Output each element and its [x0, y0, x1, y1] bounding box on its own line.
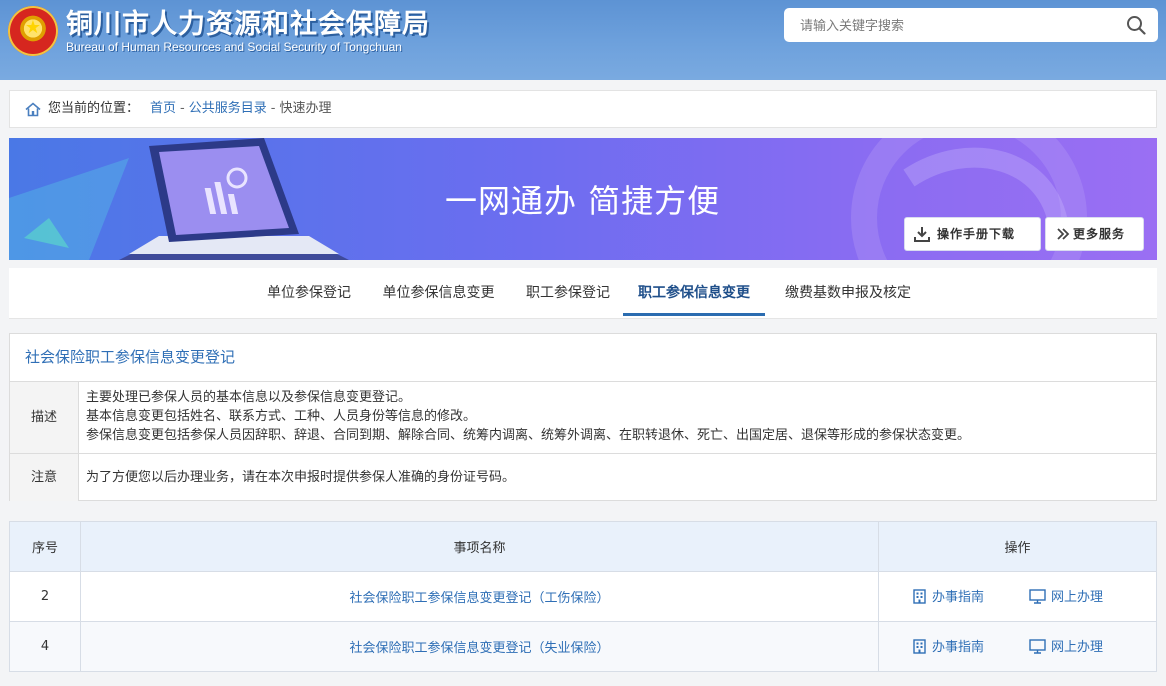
- more-services-label: 更多服务: [1073, 227, 1126, 241]
- row-actions: 办事指南 网上办理: [878, 571, 1157, 622]
- search-box: [784, 8, 1158, 44]
- notice-text: 为了方便您以后办理业务，请在本次申报时提供参保人准确的身份证号码。: [86, 470, 516, 485]
- service-title: 社会保险职工参保信息变更登记: [25, 348, 236, 366]
- breadcrumb-separator: -: [180, 101, 185, 116]
- building-icon: [913, 639, 926, 654]
- breadcrumb-label: 您当前的位置：: [48, 101, 140, 116]
- column-header-name: 事项名称: [80, 521, 879, 572]
- row-number: 4: [9, 621, 81, 672]
- search-icon[interactable]: [1126, 15, 1146, 35]
- tab-unit-registration[interactable]: 单位参保登记: [254, 268, 364, 316]
- online-service-link[interactable]: 网上办理: [1029, 636, 1103, 655]
- site-subtitle: Bureau of Human Resources and Social Sec…: [66, 40, 402, 54]
- description-line: 基本信息变更包括姓名、联系方式、工种、人员身份等信息的修改。: [86, 409, 477, 424]
- description-text: 主要处理已参保人员的基本信息以及参保信息变更登记。 基本信息变更包括姓名、联系方…: [86, 388, 970, 445]
- breadcrumb-home-link[interactable]: 首页: [150, 101, 176, 116]
- table-row: 2 社会保险职工参保信息变更登记（工伤保险） 办事指南 网上办理: [9, 571, 1157, 622]
- row-number: 2: [9, 571, 81, 622]
- monitor-icon: [1029, 589, 1046, 604]
- table-header-row: 序号 事项名称 操作: [9, 521, 1157, 572]
- notice-label: 注意: [10, 454, 79, 501]
- tab-employee-info-change[interactable]: 职工参保信息变更: [623, 268, 765, 316]
- row-actions: 办事指南 网上办理: [878, 621, 1157, 672]
- tab-unit-info-change[interactable]: 单位参保信息变更: [371, 268, 506, 316]
- table-row: 4 社会保险职工参保信息变更登记（失业保险） 办事指南 网上办理: [9, 621, 1157, 672]
- guide-label: 办事指南: [932, 590, 985, 605]
- column-header-number: 序号: [9, 521, 81, 572]
- guide-link[interactable]: 办事指南: [912, 636, 984, 655]
- service-item-link[interactable]: 社会保险职工参保信息变更登记（工伤保险）: [349, 591, 609, 606]
- service-item-link[interactable]: 社会保险职工参保信息变更登记（失业保险）: [349, 641, 609, 656]
- breadcrumb-separator: -: [270, 101, 276, 116]
- online-service-link[interactable]: 网上办理: [1029, 586, 1103, 605]
- breadcrumb-catalog-link[interactable]: 公共服务目录: [189, 101, 267, 116]
- download-icon: [914, 227, 930, 242]
- manual-download-label: 操作手册下载: [937, 227, 1016, 241]
- home-icon: [25, 102, 41, 117]
- tab-employee-registration[interactable]: 职工参保登记: [513, 268, 623, 316]
- site-header: ★ 铜川市人力资源和社会保障局 Bureau of Human Resource…: [0, 0, 1166, 80]
- banner-title: 一网通办 简捷方便: [445, 182, 721, 220]
- online-service-label: 网上办理: [1051, 640, 1104, 655]
- monitor-icon: [1029, 639, 1046, 654]
- manual-download-button[interactable]: 操作手册下载: [904, 217, 1041, 251]
- notice-row: 注意 为了方便您以后办理业务，请在本次申报时提供参保人准确的身份证号码。: [10, 453, 1156, 501]
- guide-label: 办事指南: [932, 640, 985, 655]
- site-title[interactable]: 铜川市人力资源和社会保障局: [66, 2, 430, 41]
- service-table: 序号 事项名称 操作 2 社会保险职工参保信息变更登记（工伤保险） 办事指南 网…: [9, 521, 1157, 672]
- double-chevron-right-icon: [1057, 228, 1070, 240]
- description-row: 描述 主要处理已参保人员的基本信息以及参保信息变更登记。 基本信息变更包括姓名、…: [10, 381, 1156, 453]
- search-input[interactable]: [798, 8, 1122, 44]
- description-line: 主要处理已参保人员的基本信息以及参保信息变更登记。: [86, 390, 412, 405]
- guide-link[interactable]: 办事指南: [912, 586, 984, 605]
- more-services-button[interactable]: 更多服务: [1045, 217, 1144, 251]
- tab-contribution-base[interactable]: 缴费基数申报及核定: [773, 268, 923, 316]
- breadcrumb: 您当前的位置： 首页 - 公共服务目录 - 快速办理: [9, 90, 1157, 128]
- description-line: 参保信息变更包括参保人员因辞职、辞退、合同到期、解除合同、统筹内调离、统筹外调离…: [86, 428, 971, 443]
- breadcrumb-current: 快速办理: [279, 101, 332, 116]
- online-service-label: 网上办理: [1051, 590, 1104, 605]
- tab-bar: 单位参保登记 单位参保信息变更 职工参保登记 职工参保信息变更 缴费基数申报及核…: [9, 268, 1157, 319]
- description-label: 描述: [10, 382, 79, 453]
- service-info-panel: 社会保险职工参保信息变更登记 描述 主要处理已参保人员的基本信息以及参保信息变更…: [9, 333, 1157, 501]
- building-icon: [913, 589, 926, 604]
- column-header-actions: 操作: [878, 521, 1157, 572]
- national-emblem-icon: ★: [8, 6, 58, 56]
